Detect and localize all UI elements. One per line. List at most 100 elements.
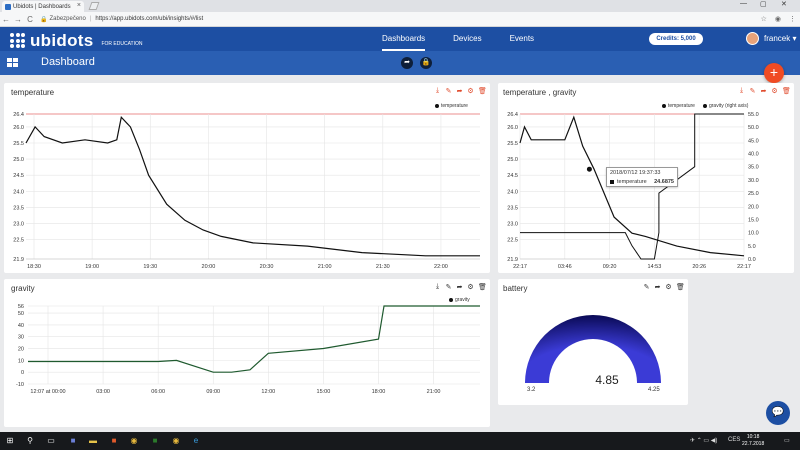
secure-label: Zabezpečeno — [49, 16, 86, 22]
task-view-icon[interactable]: ▭ — [45, 435, 57, 447]
star-icon[interactable]: ☆ — [761, 15, 767, 23]
y-tick-label: 23.5 — [507, 205, 518, 211]
y2-tick-label: 40.0 — [748, 152, 759, 158]
lock-dashboard-icon[interactable]: 🔒 — [420, 57, 432, 69]
x-tick-label: 22:00 — [434, 264, 448, 270]
tooltip-series: temperature — [617, 179, 647, 185]
user-menu[interactable]: francek ▾ — [764, 34, 796, 43]
dashboard-list-icon[interactable] — [7, 58, 18, 67]
widget-temperature: temperature ⤓ ✎ ➦ ⚙ 🗑 temperature 26.4 26… — [4, 83, 490, 273]
address-bar: ← → C 🔒 Zabezpečeno | https://app.ubidot… — [0, 12, 800, 27]
reload-icon[interactable]: C — [24, 15, 36, 24]
search-icon[interactable]: ⚲ — [24, 435, 36, 447]
x-tick-label: 12:07 at 00:00 — [30, 389, 65, 395]
menu-icon[interactable]: ⋮ — [789, 15, 796, 23]
y-tick-label: 25.0 — [13, 157, 24, 163]
y2-tick-label: 10.0 — [748, 231, 759, 237]
ubidots-favicon-icon — [5, 3, 11, 10]
store-icon[interactable]: ■ — [108, 435, 120, 447]
ubidots-logo[interactable]: ubidots FOR EDUCATION — [10, 31, 143, 51]
back-icon[interactable]: ← — [0, 15, 12, 24]
y-tick-label: 22.5 — [13, 238, 24, 244]
y-tick-label: 21.9 — [13, 257, 24, 263]
file-explorer-icon[interactable]: ▬ — [87, 435, 99, 447]
brand-subtitle: FOR EDUCATION — [101, 40, 143, 47]
hover-point-marker — [586, 166, 592, 172]
lock-icon: 🔒 — [40, 16, 48, 23]
temperature-chart: 26.4 26.0 25.5 25.0 24.5 24.0 23.5 23.0 22.5 21.9… — [13, 112, 480, 270]
browser-tab-strip: Ubidots | Dashboards × — ▢ ✕ — [0, 0, 800, 12]
x-tick-label: 09:20 — [603, 264, 617, 270]
edge-icon[interactable]: e — [190, 435, 202, 447]
minimize-icon[interactable]: — — [740, 0, 747, 7]
brand-name: ubidots — [30, 31, 94, 50]
x-tick-label: 19:00 — [85, 264, 99, 270]
nav-devices[interactable]: Devices — [453, 27, 481, 51]
y-tick-label: 23.5 — [13, 205, 24, 211]
extension-icon[interactable]: ◉ — [775, 15, 781, 23]
y2-tick-label: 20.0 — [748, 204, 759, 210]
nav-dashboards[interactable]: Dashboards — [382, 27, 426, 51]
y-tick-label: 24.5 — [507, 173, 518, 179]
close-window-icon[interactable]: ✕ — [781, 0, 787, 8]
new-tab-button[interactable] — [88, 2, 100, 10]
y2-tick-label: 0.0 — [748, 257, 756, 263]
nav-events[interactable]: Events — [510, 27, 534, 51]
gravity-chart: 5650 40 30 20 10 0 -10 12:07 at 00:00 03:00 06:0… — [16, 304, 480, 395]
url-input[interactable]: https://app.ubidots.com/ubi/insights/#/l… — [95, 16, 203, 22]
notifications-icon[interactable]: ▭ — [784, 437, 790, 444]
x-tick-label: 03:46 — [558, 264, 572, 270]
y-tick-label: -10 — [16, 382, 24, 388]
app-taskbar-icon[interactable]: ■ — [67, 435, 79, 447]
y2-tick-label: 25.0 — [748, 191, 759, 197]
forward-icon[interactable]: → — [12, 15, 24, 24]
browser-tab[interactable]: Ubidots | Dashboards × — [2, 1, 84, 12]
language-icon[interactable]: CES — [728, 437, 740, 443]
address-separator: | — [89, 16, 92, 22]
windows-start-icon[interactable]: ⊞ — [4, 435, 16, 447]
add-widget-button[interactable]: + — [764, 63, 784, 83]
share-dashboard-icon[interactable]: ➦ — [401, 57, 413, 69]
gauge-min-label: 3.2 — [527, 387, 536, 393]
credits-badge[interactable]: Credits: 5,000 — [649, 33, 703, 45]
y-tick-label: 24.5 — [13, 173, 24, 179]
y-tick-label: 23.0 — [507, 222, 518, 228]
x-tick-label: 09:00 — [206, 389, 220, 395]
avatar[interactable] — [746, 32, 759, 45]
network-icon[interactable]: ✈ ⌃ ▭ ◀) — [690, 437, 717, 444]
chrome-icon[interactable]: ◉ — [128, 435, 140, 447]
x-tick-label: 15:00 — [317, 389, 331, 395]
app-header: ubidots FOR EDUCATION Dashboards Devices… — [0, 27, 800, 51]
temperature-series-line — [25, 115, 480, 257]
y-tick-label: 26.0 — [507, 125, 518, 131]
chart-tooltip: 2018/07/12 19:37:33 temperature 24.6875 — [606, 167, 678, 187]
tab-close-icon[interactable]: × — [77, 2, 81, 9]
os-taskbar: ⊞ ⚲ ▭ ■ ▬ ■ ◉ ■ ◉ e ✈ ⌃ ▭ ◀) CES 10:18 22… — [0, 432, 800, 450]
y-tick-label: 21.9 — [507, 257, 518, 263]
y-tick-label: 0 — [21, 370, 24, 376]
y2-tick-label: 15.0 — [748, 217, 759, 223]
app-yellow-icon[interactable]: ◉ — [170, 435, 182, 447]
x-tick-label: 12:00 — [261, 389, 275, 395]
system-clock[interactable]: 10:18 22.7.2018 — [742, 434, 764, 448]
gauge-value: 4.85 — [595, 373, 619, 387]
page-title: Dashboard — [41, 56, 95, 68]
gravity-series-line — [28, 305, 480, 373]
x-tick-label: 21:00 — [318, 264, 332, 270]
y2-tick-label: 45.0 — [748, 138, 759, 144]
x-tick-label: 06:00 — [151, 389, 165, 395]
y-tick-label: 56 — [18, 304, 24, 310]
x-tick-label: 21:00 — [427, 389, 441, 395]
y-tick-label: 25.5 — [507, 141, 518, 147]
app-green-icon[interactable]: ■ — [149, 435, 161, 447]
main-nav: Dashboards Devices Events — [382, 27, 562, 51]
y-tick-label: 22.5 — [507, 238, 518, 244]
y-tick-label: 25.0 — [507, 157, 518, 163]
maximize-icon[interactable]: ▢ — [760, 0, 767, 8]
x-tick-label: 14:53 — [648, 264, 662, 270]
y-tick-label: 24.0 — [13, 189, 24, 195]
x-tick-label: 20:26 — [692, 264, 706, 270]
y-tick-label: 10 — [18, 358, 24, 364]
x-tick-label: 22:17 — [513, 264, 527, 270]
chat-support-button[interactable]: 💬 — [766, 401, 790, 425]
